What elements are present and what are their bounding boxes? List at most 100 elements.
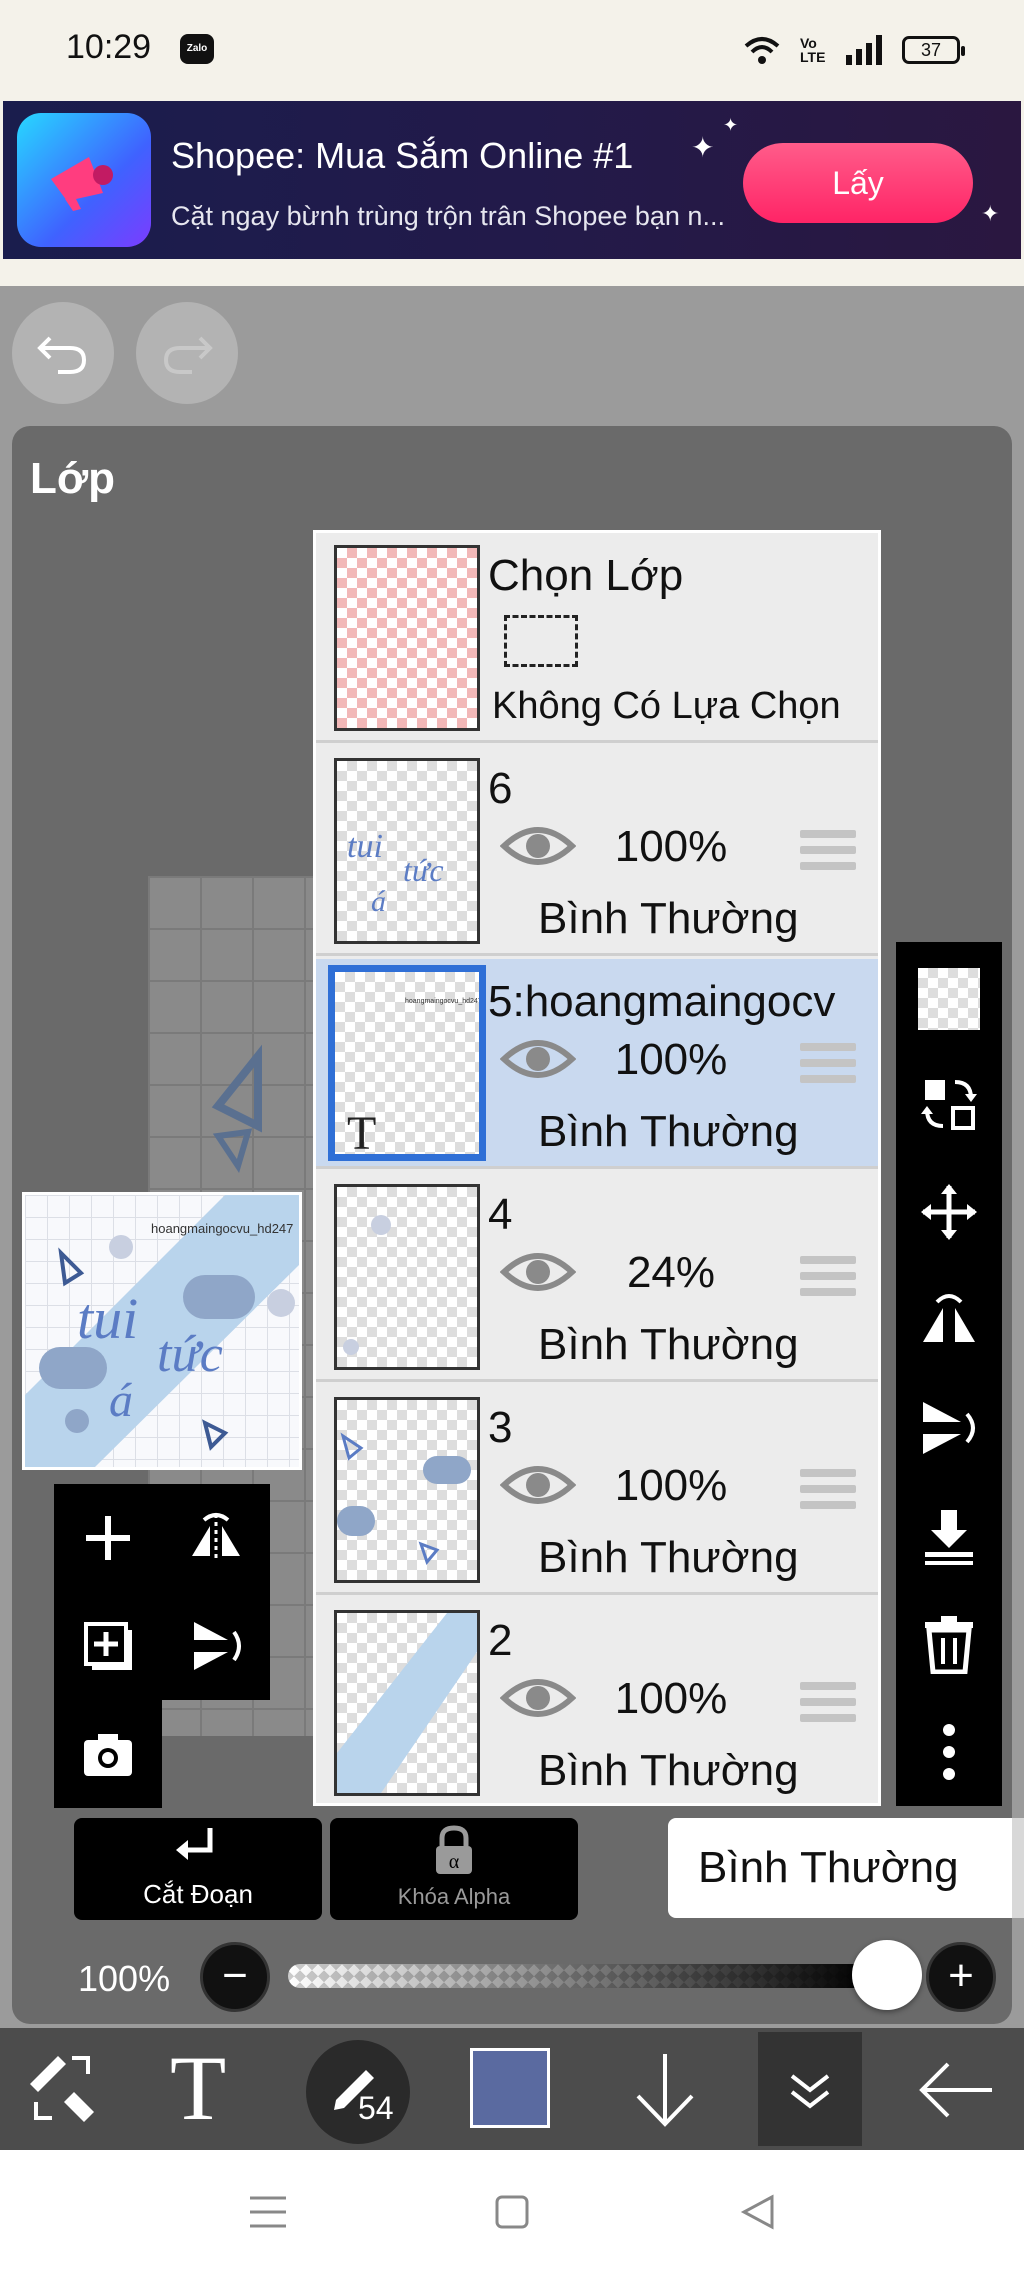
transparency-button[interactable] [896, 942, 1002, 1050]
layer-opacity: 100% [614, 822, 728, 871]
selection-layer-title: Chọn Lớp [488, 551, 684, 600]
drag-handle-icon[interactable] [800, 1682, 856, 1728]
preview-watermark: hoangmaingocvu_hd247 [151, 1221, 294, 1236]
menu-icon[interactable] [248, 2194, 288, 2230]
thumbnail-text: hoangmaingocvu_hd247 [405, 998, 482, 1005]
visibility-eye-icon[interactable] [500, 820, 576, 872]
handwriting-thumbnail: tui tức á [347, 828, 444, 918]
layer-thumbnail: hoangmaingocvu_hd247 T [328, 965, 486, 1161]
system-nav-bar [0, 2150, 1024, 2274]
arrow-down-icon [636, 2054, 694, 2127]
move-layer-content-button[interactable] [896, 1050, 1002, 1158]
panel-toggle-button[interactable] [758, 2032, 862, 2146]
wifi-icon [744, 37, 780, 64]
status-time: 10:29 [66, 28, 152, 66]
redo-button[interactable] [136, 302, 238, 404]
opacity-slider-knob[interactable] [852, 1940, 922, 2010]
layer-row[interactable]: 2 100% Bình Thường [316, 1598, 878, 1803]
flip-horizontal-icon [923, 1294, 975, 1342]
flip-vertical-button[interactable] [162, 1592, 270, 1700]
text-tool-icon: T [170, 2037, 227, 2139]
drag-handle-icon[interactable] [800, 1469, 856, 1515]
stripe-thumbnail [337, 1613, 477, 1793]
blend-mode-select[interactable]: Bình Thường [668, 1818, 1014, 1918]
flip-horizontal-layer-button[interactable] [896, 1266, 1002, 1374]
layer-opacity: 100% [614, 1035, 728, 1084]
layer-thumbnail [334, 1184, 480, 1370]
selection-thumbnail [334, 545, 480, 731]
delete-layer-button[interactable] [896, 1590, 1002, 1698]
swap-icon [921, 1080, 977, 1130]
redo-icon [163, 336, 213, 374]
layer-blend-mode: Bình Thường [538, 1320, 799, 1369]
svg-text:á: á [371, 885, 386, 918]
layer-row[interactable]: 3 100% Bình Thường [316, 1385, 878, 1595]
opacity-increase-button[interactable]: + [926, 1942, 996, 2012]
canvas-preview[interactable]: hoangmaingocvu_hd247 tui tức á [22, 1192, 302, 1470]
plus-icon [86, 1516, 130, 1560]
drag-handle-icon[interactable] [800, 830, 856, 876]
move-arrows-icon [921, 1184, 977, 1240]
visibility-eye-icon[interactable] [500, 1033, 576, 1085]
move-down-button[interactable] [616, 2028, 716, 2150]
tool-select-button[interactable] [0, 2028, 120, 2150]
sparkle-icon: ✦ [723, 115, 739, 135]
opacity-slider[interactable] [288, 1964, 868, 1988]
drag-handle-icon[interactable] [800, 1256, 856, 1302]
layer-thumbnail [334, 1397, 480, 1583]
battery-icon: 37 [902, 36, 965, 64]
ad-banner[interactable]: Shopee: Mua Sắm Online #1 Cặt ngay bừnh … [3, 101, 1021, 259]
color-swatch[interactable] [470, 2048, 550, 2128]
layer-row[interactable]: 4 24% Bình Thường [316, 1172, 878, 1382]
more-options-button[interactable] [896, 1698, 1002, 1806]
flip-horizontal-button[interactable] [162, 1484, 270, 1592]
layer-name: 2 [488, 1616, 513, 1665]
layer-row[interactable]: tui tức á 6 100% Bình Thường [316, 746, 878, 956]
opacity-decrease-button[interactable]: − [200, 1942, 270, 2012]
flip-horizontal-icon [192, 1513, 240, 1562]
selection-layer-row[interactable]: Chọn Lớp Không Có Lựa Chọn [316, 533, 878, 743]
clipping-button[interactable]: Cắt Đoạn [74, 1818, 322, 1920]
preview-word-a: á [109, 1374, 133, 1427]
svg-text:tức: tức [403, 852, 444, 888]
visibility-eye-icon[interactable] [500, 1459, 576, 1511]
layer-blend-mode: Bình Thường [538, 1533, 799, 1582]
flip-vertical-icon [923, 1402, 975, 1454]
camera-icon [84, 1734, 132, 1776]
text-tool-button[interactable]: T [150, 2028, 270, 2150]
back-nav-icon[interactable] [740, 2194, 776, 2230]
layer-opacity: 24% [626, 1248, 716, 1297]
zalo-icon: Zalo [180, 34, 214, 64]
add-layer-button[interactable] [54, 1484, 162, 1592]
alpha-lock-button[interactable]: α Khóa Alpha [330, 1818, 578, 1920]
flip-vertical-layer-button[interactable] [896, 1374, 1002, 1482]
layer-blend-mode: Bình Thường [538, 1746, 799, 1795]
home-icon[interactable] [494, 2194, 530, 2230]
visibility-eye-icon[interactable] [500, 1672, 576, 1724]
left-tools [54, 1484, 270, 1810]
camera-button[interactable] [54, 1700, 162, 1808]
drag-handle-icon[interactable] [800, 1043, 856, 1089]
merge-down-button[interactable] [896, 1482, 1002, 1590]
duplicate-layer-button[interactable] [54, 1592, 162, 1700]
clipping-label: Cắt Đoạn [143, 1879, 253, 1909]
add-copy-icon [84, 1622, 132, 1670]
back-button[interactable] [900, 2028, 1010, 2150]
move-button[interactable] [896, 1158, 1002, 1266]
visibility-eye-icon[interactable] [500, 1246, 576, 1298]
brush-size-label: 54 [358, 2090, 394, 2126]
clipping-arrow-icon [176, 1828, 213, 1860]
layer-list[interactable]: Chọn Lớp Không Có Lựa Chọn tui tức á 6 1… [313, 530, 881, 1806]
ad-get-button[interactable]: Lấy [743, 143, 973, 223]
merge-down-icon [925, 1510, 973, 1565]
double-chevron-down-icon [790, 2074, 830, 2109]
ad-description: Cặt ngay bừnh trùng trộn trân Shopee bạn… [171, 201, 725, 231]
layer-row-selected[interactable]: hoangmaingocvu_hd247 T 5:hoangmaingocv 1… [316, 959, 878, 1169]
main-toolbar: T 54 [0, 2028, 1024, 2150]
sparkle-icon: ✦ [691, 132, 715, 163]
undo-button[interactable] [12, 302, 114, 404]
blend-mode-dropdown-button[interactable] [1012, 1818, 1024, 1918]
undo-icon [37, 336, 87, 374]
signal-icon [846, 35, 882, 65]
selection-status: Không Có Lựa Chọn [492, 685, 841, 727]
